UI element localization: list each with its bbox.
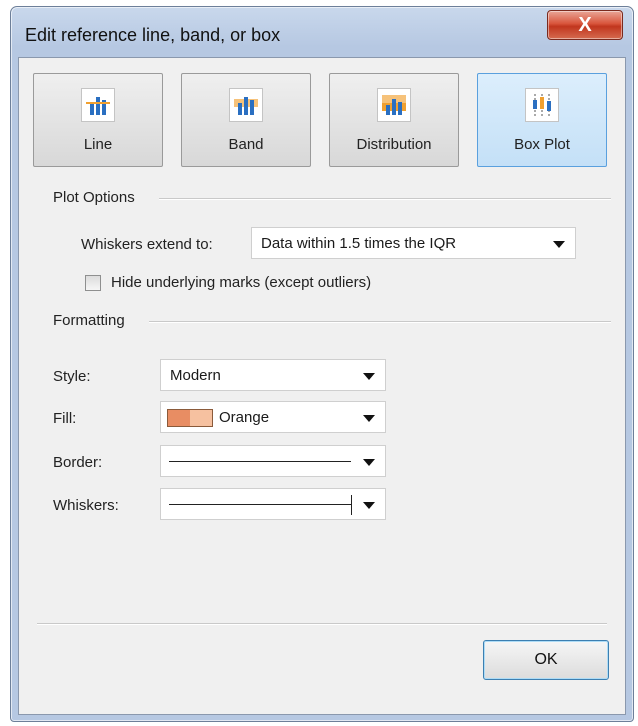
border-dropdown[interactable] — [160, 445, 386, 477]
hide-marks-checkbox[interactable] — [85, 275, 101, 291]
fill-label: Fill: — [53, 410, 77, 427]
close-button[interactable]: X — [547, 10, 623, 40]
chevron-down-icon — [363, 415, 375, 422]
dialog-body: Line Band Distribution Box Plot Plot Opt… — [18, 57, 626, 715]
ok-button[interactable]: OK — [483, 640, 609, 680]
whiskers-extend-value: Data within 1.5 times the IQR — [261, 235, 457, 252]
whiskers-line-sample — [169, 504, 351, 505]
ok-label: OK — [534, 651, 558, 668]
style-dropdown[interactable]: Modern — [160, 359, 386, 391]
style-value: Modern — [170, 367, 221, 384]
border-label: Border: — [53, 454, 103, 471]
whiskers-label: Whiskers: — [53, 497, 119, 514]
style-label: Style: — [53, 368, 91, 385]
tool-line-label: Line — [83, 136, 113, 153]
footer-divider — [37, 623, 607, 625]
edit-reference-dialog: Edit reference line, band, or box X Line — [10, 6, 634, 722]
tool-line-button[interactable]: Line — [33, 73, 163, 167]
fill-value: Orange — [219, 409, 270, 426]
tool-band-label: Band — [228, 136, 264, 153]
dialog-title: Edit reference line, band, or box — [25, 25, 281, 45]
hide-marks-label: Hide underlying marks (except outliers) — [111, 274, 372, 291]
tool-box-plot-button[interactable]: Box Plot — [477, 73, 607, 167]
plot-options-heading: Plot Options — [53, 189, 143, 206]
box-plot-icon — [525, 88, 559, 122]
fill-dropdown[interactable]: Orange — [160, 401, 386, 433]
chevron-down-icon — [553, 241, 565, 248]
formatting-heading: Formatting — [53, 312, 133, 329]
reference-band-icon — [229, 88, 263, 122]
tool-distribution-button[interactable]: Distribution — [329, 73, 459, 167]
whiskers-dropdown[interactable] — [160, 488, 386, 520]
formatting-divider — [149, 321, 611, 323]
title-bar[interactable]: Edit reference line, band, or box X — [11, 7, 633, 57]
fill-color-swatch — [167, 409, 213, 427]
reference-line-icon — [81, 88, 115, 122]
border-line-sample — [169, 461, 351, 462]
close-icon: X — [578, 13, 592, 36]
tool-band-button[interactable]: Band — [181, 73, 311, 167]
chevron-down-icon — [363, 373, 375, 380]
chevron-down-icon — [363, 502, 375, 509]
whisker-cap — [351, 495, 352, 515]
whiskers-extend-dropdown[interactable]: Data within 1.5 times the IQR — [251, 227, 576, 259]
chevron-down-icon — [363, 459, 375, 466]
tool-box-plot-label: Box Plot — [514, 136, 570, 153]
plot-options-divider — [159, 198, 611, 200]
tool-distribution-label: Distribution — [356, 136, 432, 153]
whiskers-extend-label: Whiskers extend to: — [81, 236, 213, 253]
distribution-icon — [377, 88, 411, 122]
